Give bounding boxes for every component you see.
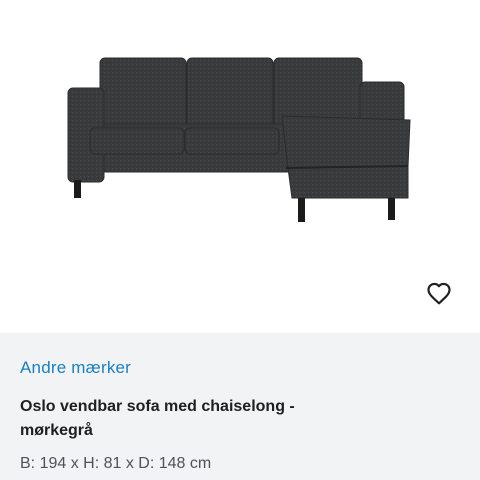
brand-link[interactable]: Andre mærker [20,358,131,378]
heart-outline-icon [427,282,451,305]
product-image-area[interactable] [0,0,480,333]
product-title[interactable]: Oslo vendbar sofa med chaiselong - mørke… [20,395,350,443]
product-card[interactable]: Andre mærker Oslo vendbar sofa med chais… [0,0,480,480]
listing-info: Andre mærker Oslo vendbar sofa med chais… [0,333,480,480]
favorite-button[interactable] [420,274,458,312]
sofa-product-image [67,57,411,222]
product-dimensions: B: 194 x H: 81 x D: 148 cm [20,455,212,472]
